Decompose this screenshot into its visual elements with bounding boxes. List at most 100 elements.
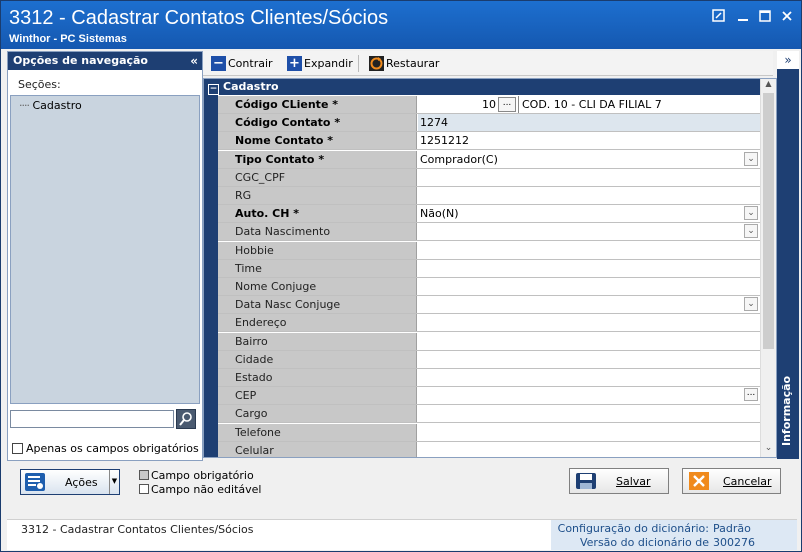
actions-dropdown-icon[interactable]: ▼ — [109, 470, 119, 494]
field-label: Cargo — [218, 405, 417, 423]
status-dictionary-info: Configuração do dicionário: Versão do di… — [551, 520, 797, 551]
search-button[interactable] — [176, 409, 196, 429]
scroll-up-icon[interactable]: ▲ — [761, 79, 776, 91]
chevron-down-icon[interactable]: ⌄ — [744, 151, 758, 166]
field-value[interactable] — [418, 259, 760, 277]
client-lookup-button[interactable]: ... — [498, 97, 516, 112]
restore-icon — [369, 55, 384, 71]
plus-icon: + — [287, 55, 302, 71]
field-value[interactable]: Comprador(C) ⌄ — [418, 150, 760, 168]
legend-required-label: Campo obrigatório — [151, 469, 254, 482]
group-title: Cadastro — [223, 80, 279, 93]
field-value: 1274 — [418, 114, 760, 132]
cancel-icon — [688, 472, 710, 490]
group-collapse-icon[interactable]: − — [208, 84, 219, 95]
field-label: Data Nasc Conjuge — [218, 296, 417, 314]
cancel-button[interactable]: Cancelar — [682, 468, 781, 494]
client-code-input[interactable]: 10 — [418, 96, 496, 113]
legend-not-editable-swatch — [139, 484, 149, 494]
restore-layout-icon[interactable] — [711, 9, 727, 25]
minimize-button[interactable] — [735, 9, 751, 25]
field-value[interactable] — [418, 441, 760, 457]
field-label: Celular — [218, 441, 417, 457]
collapse-button-label: Contrair — [228, 56, 273, 70]
navigation-header: Opções de navegação « — [8, 52, 202, 70]
lookup-ellipsis-button[interactable]: ... — [744, 388, 758, 402]
field-value[interactable] — [418, 278, 760, 295]
save-button[interactable]: Salvar — [569, 468, 669, 494]
field-label: RG — [218, 187, 417, 204]
expand-button[interactable]: + Expandir — [287, 54, 353, 72]
form-row: Celular — [218, 441, 760, 457]
only-required-label: Apenas os campos obrigatórios — [26, 442, 199, 455]
tree-connector: ···· — [19, 99, 30, 112]
checkbox-box[interactable] — [12, 443, 23, 454]
info-panel[interactable]: » Informação — [777, 51, 799, 459]
actions-button[interactable]: Ações ▼ — [20, 469, 120, 495]
form-row: Código CLiente * 10... COD. 10 - CLI DA FI… — [218, 96, 760, 114]
chevron-down-icon[interactable]: ⌄ — [744, 206, 758, 221]
only-required-checkbox[interactable]: Apenas os campos obrigatórios — [12, 442, 199, 455]
field-value[interactable] — [418, 350, 760, 368]
search-icon — [179, 412, 192, 426]
restore-button[interactable]: Restaurar — [369, 54, 439, 72]
expand-panel-icon[interactable]: » — [777, 51, 799, 69]
tree-item-cadastro[interactable]: ···· Cadastro — [19, 99, 82, 112]
field-label: Time — [218, 259, 417, 277]
legend-required: Campo obrigatório — [139, 469, 254, 482]
maximize-button[interactable] — [757, 9, 773, 25]
field-label: Hobbie — [218, 241, 417, 259]
field-value-text: 1274 — [420, 116, 448, 130]
field-value[interactable] — [418, 332, 760, 350]
form-row: Estado — [218, 369, 760, 387]
form-grid: − Cadastro Código CLiente * 10... COD. 10 -… — [203, 78, 777, 458]
field-value[interactable] — [418, 405, 760, 423]
chevron-down-icon[interactable]: ⌄ — [744, 224, 758, 239]
sections-label: Seções: — [18, 78, 61, 91]
save-icon — [575, 472, 597, 490]
sections-search-input[interactable] — [10, 410, 174, 428]
client-description: COD. 10 - CLI DA FILIAL 7 — [518, 96, 758, 113]
field-value[interactable]: ⌄ — [418, 223, 760, 241]
form-row: Tipo Contato * Comprador(C) ⌄ — [218, 150, 760, 169]
collapse-button[interactable]: − Contrair — [211, 54, 273, 72]
field-label: Estado — [218, 369, 417, 386]
scroll-down-icon[interactable]: ⌄ — [761, 443, 776, 455]
scrollbar-thumb[interactable] — [763, 93, 774, 349]
field-label: Nome Contato * — [218, 132, 417, 150]
field-label: Data Nascimento — [218, 223, 417, 241]
field-value[interactable] — [418, 369, 760, 386]
chevron-down-icon[interactable]: ⌄ — [744, 297, 758, 312]
status-app-name: 3312 - Cadastrar Contatos Clientes/Sócio… — [21, 523, 254, 536]
field-value[interactable]: ... — [418, 387, 760, 405]
dict-config-label: Configuração do dicionário: — [557, 522, 709, 535]
actions-button-label: Ações — [65, 476, 98, 489]
close-button[interactable] — [779, 9, 795, 25]
vertical-scrollbar[interactable]: ▲ ⌄ — [760, 79, 776, 457]
field-label: Nome Conjuge — [218, 278, 417, 295]
field-label: Tipo Contato * — [218, 150, 417, 168]
field-value-text: 1251212 — [420, 134, 469, 148]
form-row: CEP... — [218, 387, 760, 406]
field-value[interactable] — [418, 314, 760, 332]
field-value[interactable]: 1251212 — [418, 132, 760, 150]
group-header-cadastro[interactable]: − Cadastro — [204, 79, 760, 95]
tree-item-label: Cadastro — [32, 99, 82, 112]
field-value[interactable]: ⌄ — [418, 296, 760, 314]
field-value[interactable]: Não(N) ⌄ — [418, 205, 760, 223]
field-label: Código CLiente * — [218, 96, 417, 113]
collapse-panel-icon[interactable]: « — [190, 52, 198, 70]
field-value[interactable] — [418, 187, 760, 204]
actions-icon — [25, 473, 45, 491]
minus-icon: − — [211, 55, 226, 71]
field-value[interactable] — [418, 423, 760, 441]
form-toolbar: − Contrair + Expandir Restaurar — [203, 51, 773, 76]
field-value[interactable] — [418, 168, 760, 186]
title-bar[interactable]: 3312 - Cadastrar Contatos Clientes/Sócio… — [1, 1, 801, 49]
sections-tree[interactable]: ···· Cadastro — [10, 95, 200, 404]
field-value-text: Não(N) — [420, 207, 459, 221]
field-value[interactable] — [418, 241, 760, 259]
field-label: Bairro — [218, 332, 417, 350]
field-value[interactable]: 10... COD. 10 - CLI DA FILIAL 7 — [418, 96, 760, 113]
legend-required-swatch — [139, 470, 149, 480]
